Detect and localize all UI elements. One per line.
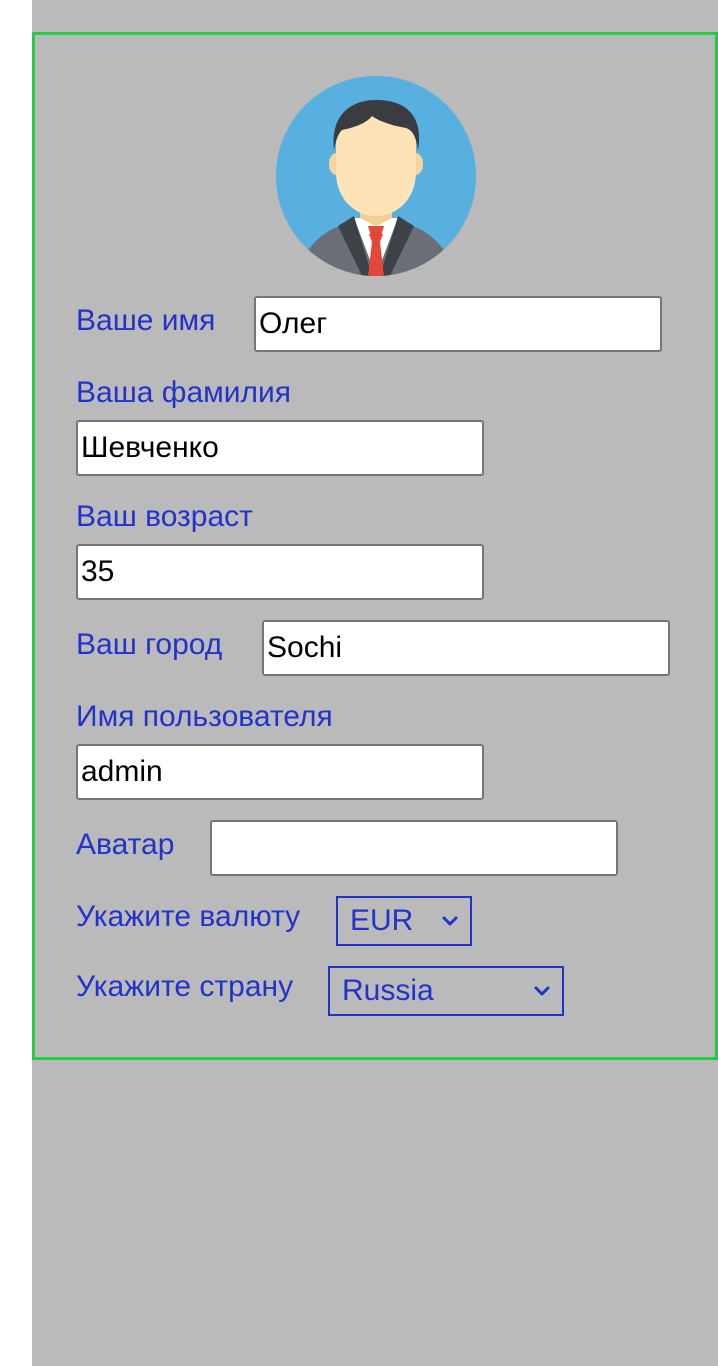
country-select[interactable]: Russia (328, 966, 564, 1016)
country-label: Укажите страну (76, 970, 294, 1003)
currency-select[interactable]: EUR (336, 896, 472, 946)
chevron-down-icon (532, 981, 552, 1001)
user-avatar-icon (276, 76, 476, 276)
age-label: Ваш возраст (76, 500, 253, 533)
age-input[interactable] (76, 544, 484, 600)
city-input[interactable] (262, 620, 670, 676)
country-selected-value: Russia (342, 974, 434, 1007)
last-name-label: Ваша фамилия (76, 376, 292, 409)
last-name-input[interactable] (76, 420, 484, 476)
chevron-down-icon (440, 911, 460, 931)
username-label: Имя пользователя (76, 700, 333, 733)
city-label: Ваш город (76, 628, 223, 661)
currency-label: Укажите валюту (76, 900, 301, 933)
currency-selected-value: EUR (350, 904, 414, 937)
username-input[interactable] (76, 744, 484, 800)
avatar-input[interactable] (210, 820, 618, 876)
first-name-label: Ваше имя (76, 304, 216, 337)
avatar-label: Аватар (76, 828, 175, 861)
first-name-input[interactable] (254, 296, 662, 352)
